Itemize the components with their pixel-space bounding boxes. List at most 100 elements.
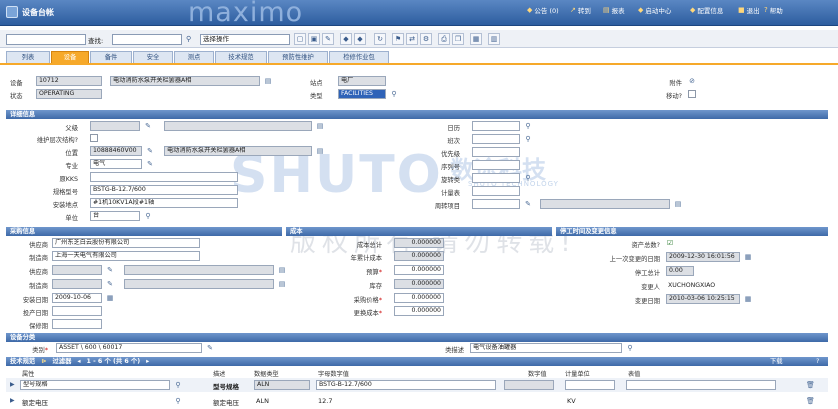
search-icon[interactable]: ⚲ bbox=[626, 344, 634, 352]
download-link[interactable]: 下载 bbox=[770, 357, 783, 366]
parent-field[interactable] bbox=[90, 121, 140, 131]
asset-description-field[interactable]: 电动消防水泵开关栏罢器A相 bbox=[110, 76, 260, 86]
link-goto[interactable]: ↗ 转到 bbox=[570, 5, 591, 15]
link-announcement[interactable]: ◆ 公告 (0) bbox=[527, 5, 559, 15]
priority-field[interactable] bbox=[472, 147, 520, 157]
type-field[interactable]: FACILITIES bbox=[338, 89, 386, 99]
rotating-field[interactable] bbox=[472, 199, 520, 209]
site-field[interactable]: 电厂 bbox=[338, 76, 386, 86]
pencil-icon[interactable]: ✎ bbox=[106, 280, 114, 288]
meter-field[interactable] bbox=[472, 186, 520, 196]
change-status-icon[interactable]: ✎ bbox=[322, 33, 334, 45]
downtime-field[interactable]: 0.00 bbox=[666, 266, 694, 276]
pencil-icon[interactable]: ✎ bbox=[106, 266, 114, 274]
print-icon[interactable]: ⎙ bbox=[438, 33, 450, 45]
next-page-icon[interactable]: ▸ bbox=[146, 357, 149, 366]
long-description-icon[interactable]: ▤ bbox=[278, 280, 286, 288]
install-date-field[interactable]: 2009-10-06 bbox=[52, 293, 102, 303]
install-location-field[interactable]: #1机10KV1A段#1轴 bbox=[90, 198, 238, 208]
shift-field[interactable] bbox=[472, 134, 520, 144]
inservice-date-field[interactable] bbox=[52, 306, 102, 316]
inventory-cost-field[interactable]: 0.000000 bbox=[394, 279, 444, 289]
calendar-icon[interactable]: ▦ bbox=[744, 295, 752, 303]
action-select[interactable]: 选择操作 bbox=[200, 34, 290, 45]
query-select[interactable] bbox=[6, 34, 86, 45]
pencil-icon[interactable]: ✎ bbox=[206, 344, 214, 352]
long-description-icon[interactable]: ▤ bbox=[674, 200, 682, 208]
filter-label[interactable]: 过滤器 bbox=[52, 357, 71, 366]
long-description-icon[interactable]: ▤ bbox=[264, 77, 272, 85]
trash-icon[interactable]: 🗑 bbox=[806, 381, 815, 389]
mobile-checkbox[interactable] bbox=[688, 90, 696, 98]
link-profile[interactable]: ◆ 配置信息 bbox=[690, 5, 723, 15]
link-logout[interactable]: ■ 退出 bbox=[738, 5, 760, 15]
search-icon[interactable]: ⚲ bbox=[524, 122, 532, 130]
search-input[interactable] bbox=[112, 34, 182, 45]
serial-field[interactable] bbox=[472, 160, 520, 170]
rollup-checkbox[interactable] bbox=[90, 134, 98, 142]
new-record-icon[interactable]: ▢ bbox=[294, 33, 306, 45]
checked-icon[interactable]: ☑ bbox=[666, 239, 674, 247]
search-icon[interactable]: ⚲ bbox=[524, 174, 532, 182]
status-field[interactable]: OPERATING bbox=[36, 89, 102, 99]
asset-number-field[interactable]: 10712 bbox=[36, 76, 102, 86]
numvalue-field[interactable] bbox=[504, 380, 554, 390]
ytd-cost-field[interactable]: 0.000000 bbox=[394, 251, 444, 261]
pencil-icon[interactable]: ✎ bbox=[146, 147, 154, 155]
workflow-icon[interactable]: ⚙ bbox=[420, 33, 432, 45]
search-icon[interactable]: ⚲ bbox=[174, 381, 182, 389]
unit-field[interactable]: 台 bbox=[90, 211, 140, 221]
manufacturer-field[interactable]: 上海一天电气有限公司 bbox=[52, 251, 200, 261]
col-numvalue[interactable]: 数字值 bbox=[528, 369, 547, 378]
manufacturer2-description-field[interactable] bbox=[124, 279, 274, 289]
prev-record-icon[interactable]: ◆ bbox=[340, 33, 352, 45]
budget-field[interactable]: 0.000000 bbox=[394, 265, 444, 275]
manufacturer2-field[interactable] bbox=[52, 279, 102, 289]
refresh-icon[interactable]: ↻ bbox=[374, 33, 386, 45]
table-row[interactable] bbox=[6, 394, 828, 408]
col-description[interactable]: 描述 bbox=[213, 369, 225, 378]
parent-description-field[interactable] bbox=[164, 121, 312, 131]
unit-field[interactable] bbox=[565, 380, 615, 390]
location-field[interactable]: 10888460V00 bbox=[90, 146, 142, 156]
last-change-field[interactable]: 2009-12-30 16:01:56 bbox=[666, 252, 740, 262]
bookmark-icon[interactable]: ⚑ bbox=[392, 33, 404, 45]
row-expand-icon[interactable]: ▶ bbox=[10, 397, 15, 404]
vendor-field[interactable]: 广州东芝白云股份有限公司 bbox=[52, 238, 200, 248]
tablevalue-field[interactable] bbox=[626, 380, 776, 390]
spare-field[interactable] bbox=[472, 173, 520, 183]
total-cost-field[interactable]: 0.000000 bbox=[394, 238, 444, 248]
chart-icon[interactable]: ▥ bbox=[488, 33, 500, 45]
search-icon[interactable]: ⚲ bbox=[186, 35, 191, 43]
calendar-icon[interactable]: ▦ bbox=[744, 253, 752, 261]
link-start-center[interactable]: ◆ 启动中心 bbox=[638, 5, 671, 15]
trash-icon[interactable]: 🗑 bbox=[806, 397, 815, 405]
next-record-icon[interactable]: ◆ bbox=[354, 33, 366, 45]
class-field[interactable]: ASSET \ 600 \ 60017 bbox=[56, 343, 202, 353]
replace-cost-field[interactable]: 0.000000 bbox=[394, 306, 444, 316]
link-reports[interactable]: ▤ 报表 bbox=[603, 5, 625, 15]
long-description-icon[interactable]: ▤ bbox=[316, 147, 324, 155]
pencil-icon[interactable]: ✎ bbox=[146, 160, 154, 168]
search-icon[interactable]: ⚲ bbox=[144, 212, 152, 220]
pencil-icon[interactable]: ✎ bbox=[144, 122, 152, 130]
major-field[interactable]: 电气 bbox=[90, 159, 142, 169]
col-tablevalue[interactable]: 表值 bbox=[628, 369, 640, 378]
report-toolbar-icon[interactable]: ▦ bbox=[470, 33, 482, 45]
col-datatype[interactable]: 数据类型 bbox=[254, 369, 279, 378]
route-icon[interactable]: ⇄ bbox=[406, 33, 418, 45]
paperclip-icon[interactable]: ⊘ bbox=[688, 77, 696, 85]
warranty-field[interactable] bbox=[52, 319, 102, 329]
save-icon[interactable]: ▣ bbox=[308, 33, 320, 45]
attribute-field[interactable]: 型号规格 bbox=[20, 380, 170, 390]
search-icon[interactable]: ⚲ bbox=[390, 90, 398, 98]
purchase-price-field[interactable]: 0.000000 bbox=[394, 293, 444, 303]
calendar-icon[interactable]: ▦ bbox=[106, 294, 114, 302]
filter-icon[interactable]: ⊳ bbox=[41, 357, 46, 366]
link-help[interactable]: ? 帮助 bbox=[764, 5, 783, 15]
long-description-icon[interactable]: ▤ bbox=[278, 266, 286, 274]
kks-field[interactable] bbox=[90, 172, 238, 182]
col-alnvalue[interactable]: 字母数字值 bbox=[318, 369, 349, 378]
search-icon[interactable]: ⚲ bbox=[174, 397, 182, 405]
alnvalue-field[interactable]: BSTG-B-12.7/600 bbox=[316, 380, 496, 390]
